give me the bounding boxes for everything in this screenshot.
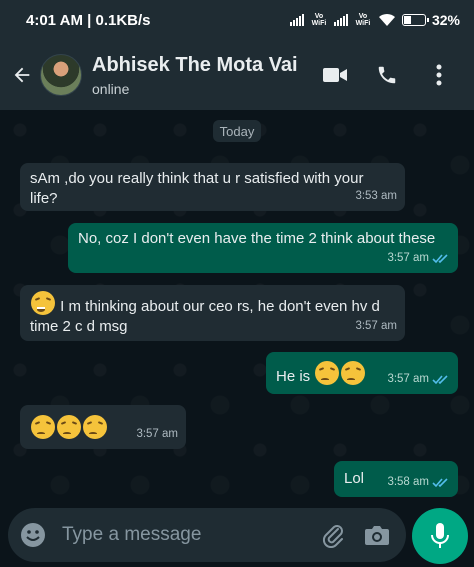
battery-icon: [401, 14, 429, 26]
input-bar: [0, 502, 474, 567]
message-outgoing[interactable]: No, coz I don't even have the time 2 thi…: [68, 223, 458, 273]
signal-icon-2: [333, 14, 348, 26]
chat-area[interactable]: Today sAm ,do you really think that u r …: [0, 110, 474, 502]
compose-box: [8, 508, 406, 562]
message-time: 3:57 am: [136, 428, 178, 440]
message-text: He is: [276, 368, 311, 385]
double-check-icon: [432, 253, 448, 263]
double-check-icon: [432, 374, 448, 384]
message-text: I m thinking about our ceo rs, he don't …: [30, 298, 380, 335]
message-incoming[interactable]: 3:57 am: [20, 405, 186, 449]
mic-icon[interactable]: [412, 508, 468, 564]
sad-face-icon: [83, 415, 107, 439]
sad-face-icon: [57, 415, 81, 439]
sad-face-icon: [315, 361, 340, 385]
avatar[interactable]: [40, 54, 82, 96]
message-input[interactable]: [62, 524, 318, 546]
message-incoming[interactable]: sAm ,do you really think that u r satisf…: [20, 163, 405, 211]
status-bar: 4:01 AM | 0.1KB/s Vo WiFi Vo WiFi 32%: [0, 0, 474, 40]
camera-icon[interactable]: [362, 520, 392, 550]
sad-face-icon: [341, 361, 366, 385]
chat-header: Abhisek The Mota Vai online: [0, 40, 474, 110]
message-text: Lol: [344, 470, 365, 487]
message-outgoing[interactable]: He is 3:57 am: [266, 352, 458, 394]
video-call-icon[interactable]: [320, 60, 350, 90]
battery-level: [403, 16, 411, 24]
message-text: No, coz I don't even have the time 2 thi…: [78, 230, 436, 247]
phone-icon[interactable]: [372, 60, 402, 90]
battery-percent: 32%: [431, 12, 460, 28]
message-time: 3:53 am: [355, 190, 397, 202]
status-icons: Vo WiFi Vo WiFi 32%: [289, 12, 460, 28]
contact-info[interactable]: Abhisek The Mota Vai online: [92, 54, 320, 97]
contact-status: online: [92, 80, 130, 97]
message-time: 3:57 am: [387, 373, 429, 385]
message-time: 3:58 am: [387, 476, 429, 488]
sad-face-icon: [31, 415, 55, 439]
message-text: sAm ,do you really think that u r satisf…: [30, 170, 364, 207]
vowifi-label-1: Vo WiFi: [311, 13, 327, 27]
contact-name[interactable]: Abhisek The Mota Vai: [92, 54, 320, 77]
more-vert-icon[interactable]: [424, 60, 454, 90]
wifi-icon: [378, 13, 395, 26]
message-time: 3:57 am: [387, 252, 429, 264]
date-chip: Today: [213, 120, 261, 142]
back-arrow-icon[interactable]: [4, 57, 40, 93]
status-time: 4:01 AM | 0.1KB/s: [26, 11, 151, 29]
grinning-squinting-face-icon: [31, 291, 55, 315]
message-incoming[interactable]: I m thinking about our ceo rs, he don't …: [20, 285, 405, 341]
emoji-icon[interactable]: [18, 520, 48, 550]
message-outgoing[interactable]: Lol 3:58 am: [334, 461, 458, 497]
header-actions: [320, 60, 454, 90]
double-check-icon: [432, 477, 448, 487]
message-time: 3:57 am: [355, 320, 397, 332]
vowifi-label-2: Vo WiFi: [355, 13, 371, 27]
signal-icon: [289, 14, 304, 26]
attach-icon[interactable]: [318, 520, 348, 550]
